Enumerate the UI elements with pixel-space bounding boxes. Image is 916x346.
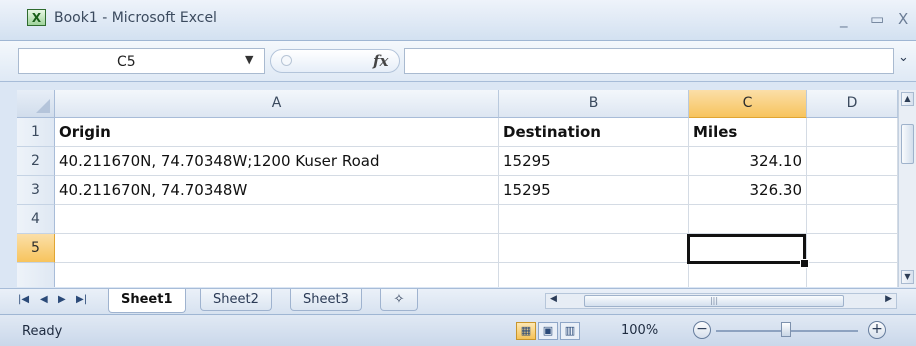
- cell-c2[interactable]: 324.10: [689, 147, 807, 176]
- cell-a3[interactable]: 40.211670N, 74.70348W: [55, 176, 499, 205]
- insert-function-button[interactable]: fx: [373, 52, 388, 70]
- column-header-b[interactable]: B: [499, 90, 689, 118]
- cell-a4[interactable]: [55, 205, 499, 234]
- cell-a1[interactable]: Origin: [55, 118, 499, 147]
- close-icon[interactable]: X: [898, 10, 908, 28]
- column-header-c[interactable]: C: [689, 90, 807, 118]
- select-all-button[interactable]: [17, 90, 55, 118]
- cell-a2[interactable]: 40.211670N, 74.70348W;1200 Kuser Road: [55, 147, 499, 176]
- sheet-tab-sheet2[interactable]: Sheet2: [200, 289, 272, 311]
- sheet-tab-sheet3[interactable]: Sheet3: [290, 289, 362, 311]
- column-header-a[interactable]: A: [55, 90, 499, 118]
- formula-buttons: fx: [270, 49, 400, 73]
- fill-handle[interactable]: [800, 259, 809, 268]
- vertical-scrollbar[interactable]: ▲ ▼: [898, 90, 916, 287]
- formula-input[interactable]: [404, 48, 894, 74]
- cell-b6[interactable]: [499, 263, 689, 287]
- excel-app-icon[interactable]: X: [27, 9, 46, 26]
- column-header-d[interactable]: D: [807, 90, 898, 118]
- cell-b1[interactable]: Destination: [499, 118, 689, 147]
- first-sheet-icon[interactable]: |◀: [18, 294, 29, 305]
- cell-d1[interactable]: [807, 118, 898, 147]
- prev-sheet-icon[interactable]: ◀: [40, 294, 48, 305]
- page-break-preview-icon[interactable]: ▥: [560, 322, 580, 340]
- expand-formula-bar-icon[interactable]: ⌄: [898, 50, 909, 65]
- excel-window: X Book1 - Microsoft Excel _ ▭ X C5 ▼ fx …: [0, 0, 916, 346]
- active-cell-border: [687, 234, 806, 264]
- last-sheet-icon[interactable]: ▶|: [76, 294, 87, 305]
- horizontal-scrollbar[interactable]: ◀ ||| ▶: [545, 293, 897, 309]
- cell-a6[interactable]: [55, 263, 499, 287]
- cell-a5[interactable]: [55, 234, 499, 263]
- name-box-value: C5: [117, 54, 136, 70]
- normal-view-icon[interactable]: ▦: [516, 322, 536, 340]
- scroll-up-icon[interactable]: ▲: [901, 92, 914, 106]
- row-header-6[interactable]: [17, 263, 55, 287]
- row-header-3[interactable]: 3: [17, 176, 55, 205]
- cell-c1[interactable]: Miles: [689, 118, 807, 147]
- cell-b3[interactable]: 15295: [499, 176, 689, 205]
- next-sheet-icon[interactable]: ▶: [58, 294, 66, 305]
- title-bar: X Book1 - Microsoft Excel _ ▭ X: [0, 0, 916, 41]
- row-header-2[interactable]: 2: [17, 147, 55, 176]
- window-title: Book1 - Microsoft Excel: [54, 10, 217, 26]
- horizontal-scroll-thumb[interactable]: |||: [584, 295, 844, 307]
- zoom-level[interactable]: 100%: [621, 323, 658, 338]
- sheet-tabs-bar: |◀ ◀ ▶ ▶| Sheet1 Sheet2 Sheet3 ✧ ◀ ||| ▶: [0, 288, 916, 314]
- cell-d6[interactable]: [807, 263, 898, 287]
- row-header-5[interactable]: 5: [17, 234, 55, 263]
- chevron-down-icon[interactable]: ▼: [245, 53, 253, 66]
- cancel-dot-icon[interactable]: [281, 55, 292, 66]
- cell-c3[interactable]: 326.30: [689, 176, 807, 205]
- vertical-scroll-thumb[interactable]: [901, 124, 914, 164]
- zoom-in-icon[interactable]: +: [868, 321, 886, 339]
- scroll-down-icon[interactable]: ▼: [901, 270, 914, 284]
- cell-d3[interactable]: [807, 176, 898, 205]
- page-layout-view-icon[interactable]: ▣: [538, 322, 558, 340]
- minimize-icon[interactable]: _: [840, 10, 848, 28]
- row-header-4[interactable]: 4: [17, 205, 55, 234]
- window-controls: _ ▭ X: [836, 10, 916, 30]
- zoom-slider-thumb[interactable]: [781, 322, 791, 337]
- restore-icon[interactable]: ▭: [870, 10, 884, 28]
- cell-d5[interactable]: [807, 234, 898, 263]
- insert-sheet-icon: ✧: [393, 292, 405, 307]
- row-header-1[interactable]: 1: [17, 118, 55, 147]
- worksheet-grid: A B C D 1 Origin Destination Miles 2 40.…: [17, 90, 898, 287]
- scroll-right-icon[interactable]: ▶: [885, 294, 892, 304]
- status-bar: Ready ▦ ▣ ▥ 100% − +: [0, 314, 916, 346]
- cell-b4[interactable]: [499, 205, 689, 234]
- name-box[interactable]: C5 ▼: [18, 48, 265, 74]
- cell-d2[interactable]: [807, 147, 898, 176]
- zoom-out-icon[interactable]: −: [693, 321, 711, 339]
- select-all-icon: [36, 99, 50, 113]
- cell-b2[interactable]: 15295: [499, 147, 689, 176]
- status-text: Ready: [22, 324, 63, 339]
- insert-sheet-button[interactable]: ✧: [380, 289, 418, 311]
- cell-b5[interactable]: [499, 234, 689, 263]
- scroll-left-icon[interactable]: ◀: [550, 294, 557, 304]
- cell-c6[interactable]: [689, 263, 807, 287]
- cell-d4[interactable]: [807, 205, 898, 234]
- formula-bar: C5 ▼ fx ⌄: [0, 41, 916, 82]
- cell-c4[interactable]: [689, 205, 807, 234]
- sheet-tab-sheet1[interactable]: Sheet1: [108, 289, 186, 313]
